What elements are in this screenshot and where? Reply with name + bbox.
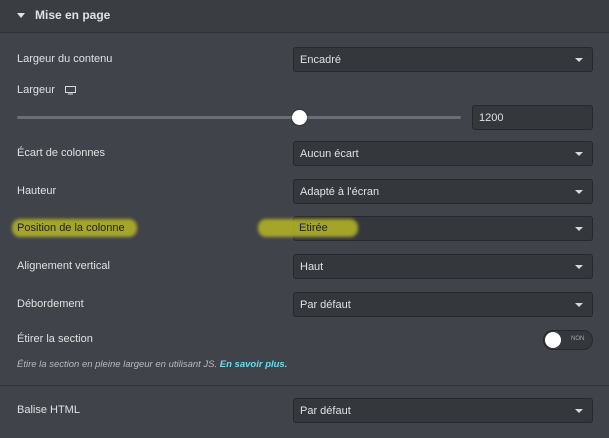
content-width-value: Encadré [300,54,341,66]
width-value: 1200 [479,112,504,124]
content-width-select[interactable]: Encadré [293,47,593,72]
caret-down-icon[interactable] [17,13,25,18]
column-gap-label: Écart de colonnes [17,147,106,159]
stretch-section-toggle[interactable]: NON [543,330,593,350]
chevron-down-icon [575,265,583,269]
column-gap-select[interactable]: Aucun écart [293,141,593,166]
column-position-value: Etirée [299,222,328,234]
vertical-align-select[interactable]: Haut [293,254,593,279]
desktop-icon[interactable] [65,86,76,95]
overflow-label: Débordement [17,298,84,310]
width-number-input[interactable]: 1200 [472,105,593,130]
content-width-label: Largeur du contenu [17,53,113,65]
height-label: Hauteur [17,185,57,197]
html-tag-label: Balise HTML [17,404,80,416]
chevron-down-icon [575,227,583,231]
learn-more-link[interactable]: En savoir plus. [220,359,288,370]
layout-panel: Mise en page Largeur du contenu Encadré … [0,0,609,438]
chevron-down-icon [575,190,583,194]
column-gap-value: Aucun écart [300,148,359,160]
chevron-down-icon [575,303,583,307]
chevron-down-icon [575,152,583,156]
html-tag-value: Par défaut [300,405,351,417]
overflow-select[interactable]: Par défaut [293,292,593,317]
divider [0,385,609,386]
stretch-section-label: Étirer la section [17,333,93,345]
toggle-text: NON [571,336,585,342]
stretch-section-help: Étire la section en pleine largeur en ut… [17,359,287,370]
chevron-down-icon [575,58,583,62]
section-header-layout[interactable]: Mise en page [0,0,609,33]
column-position-label: Position de la colonne [17,222,125,234]
vertical-align-label: Alignement vertical [17,260,110,272]
toggle-knob [545,332,561,348]
html-tag-select[interactable]: Par défaut [293,398,593,423]
overflow-value: Par défaut [300,299,351,311]
help-text: Étire la section en pleine largeur en ut… [17,359,218,370]
chevron-down-icon [575,409,583,413]
height-value: Adapté à l'écran [300,186,380,198]
width-slider-track[interactable] [17,116,461,119]
vertical-align-value: Haut [300,261,324,273]
height-select[interactable]: Adapté à l'écran [293,179,593,204]
width-slider-handle[interactable] [292,110,307,125]
width-label: Largeur [17,84,55,96]
section-title: Mise en page [35,8,111,22]
